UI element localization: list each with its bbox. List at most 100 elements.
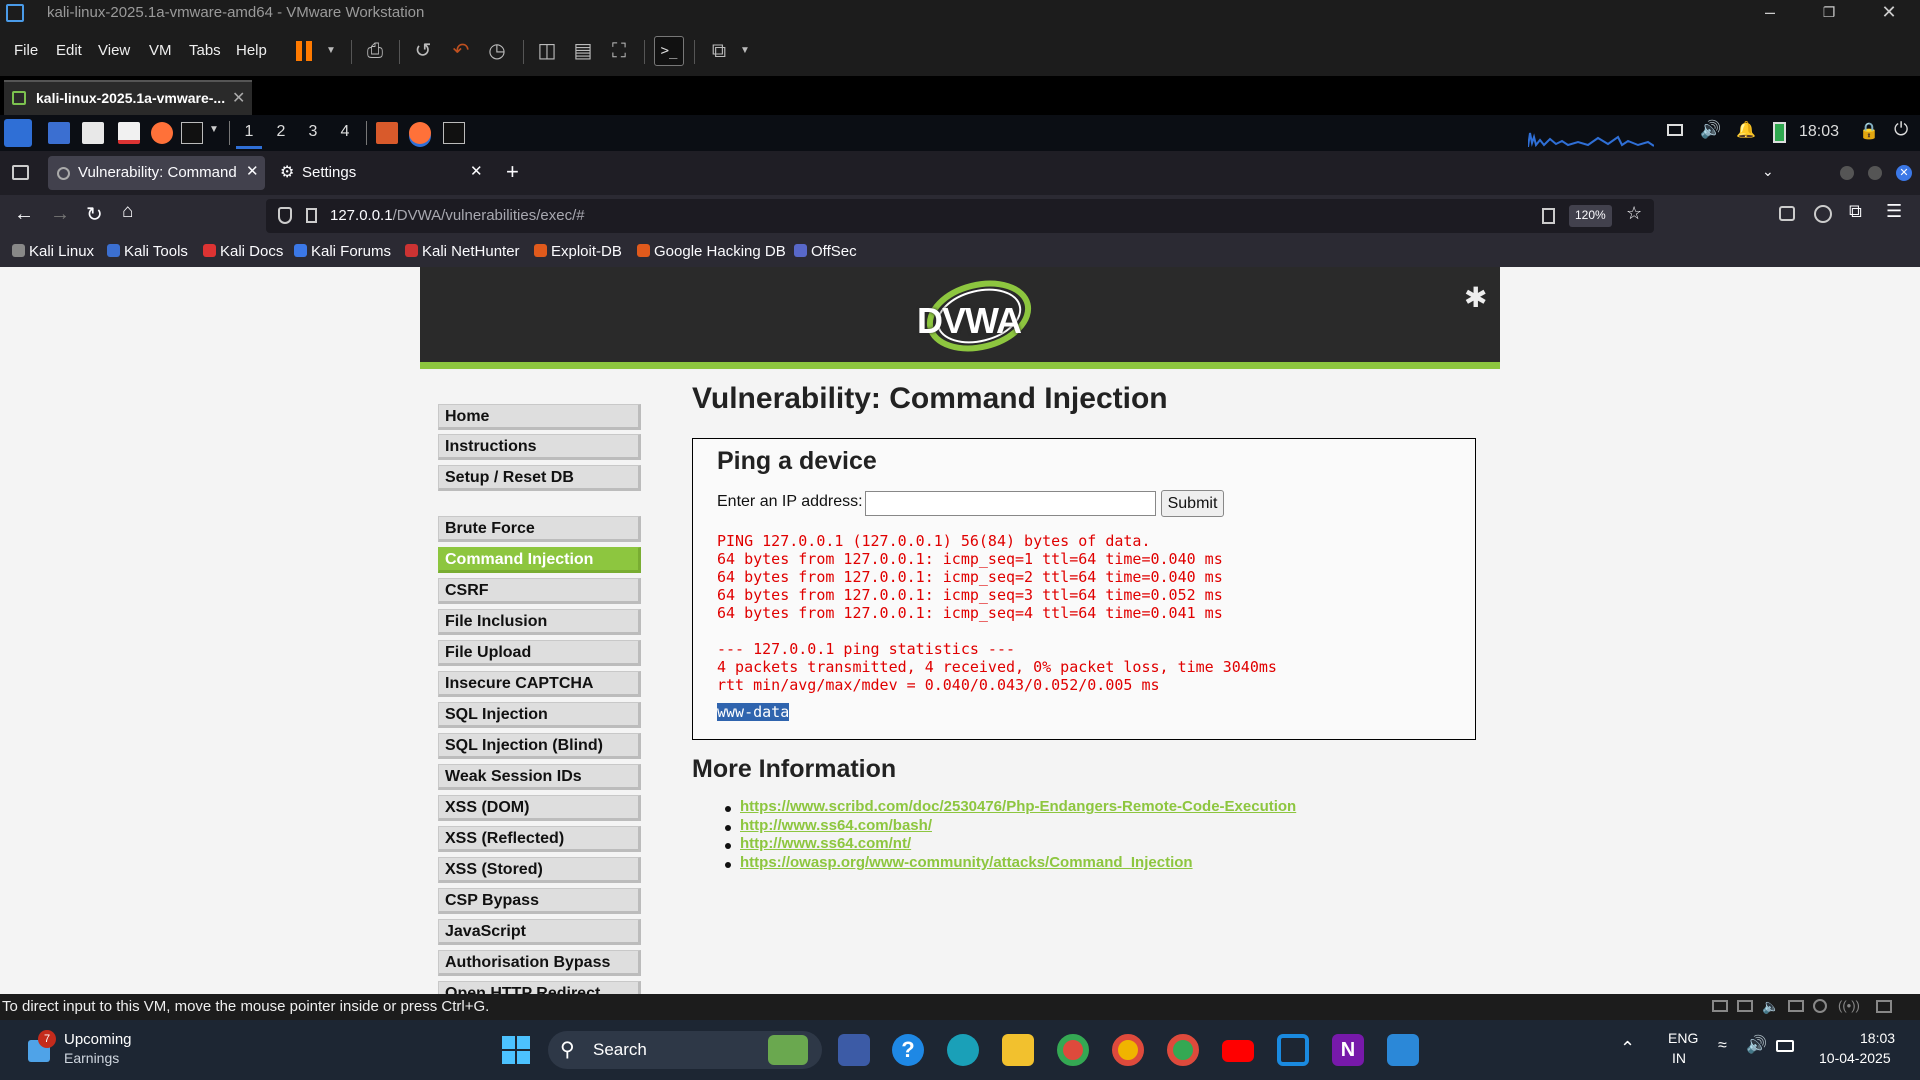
hdd-icon[interactable]: [1712, 1000, 1728, 1012]
menu-file-upload[interactable]: File Upload: [438, 640, 641, 666]
reload-icon[interactable]: ↻: [86, 202, 103, 227]
message-log-icon[interactable]: [1876, 1000, 1892, 1013]
panel-clock[interactable]: 18:03: [1799, 123, 1839, 141]
close-tab-icon[interactable]: ✕: [232, 88, 245, 108]
tab-settings[interactable]: ⚙ Settings ✕: [272, 156, 488, 190]
menu-brute-force[interactable]: Brute Force: [438, 516, 641, 542]
file-explorer-icon[interactable]: [1002, 1034, 1034, 1066]
menu-open-http-redirect[interactable]: Open HTTP Redirect: [438, 981, 641, 994]
onenote-icon[interactable]: N: [1332, 1034, 1364, 1066]
lock-icon[interactable]: 🔒: [1859, 121, 1879, 141]
menu-tabs[interactable]: Tabs: [189, 42, 221, 59]
chrome-profile-icon[interactable]: [1112, 1034, 1144, 1066]
file-manager-icon[interactable]: [82, 122, 104, 144]
hamburger-menu-icon[interactable]: ☰: [1886, 201, 1902, 222]
volume-icon[interactable]: 🔊: [1746, 1035, 1767, 1055]
search-box[interactable]: ⚲ Search: [548, 1031, 822, 1069]
firefox-task-icon[interactable]: [409, 122, 431, 144]
menu-setup-reset-db[interactable]: Setup / Reset DB: [438, 465, 641, 491]
revert-snapshot-icon[interactable]: ↶: [446, 36, 476, 66]
menu-instructions[interactable]: Instructions: [438, 434, 641, 460]
power-icon[interactable]: ⏻: [1894, 119, 1908, 140]
edge-icon[interactable]: [947, 1034, 979, 1066]
bookmark-kali-linux[interactable]: Kali Linux: [12, 243, 94, 260]
extensions-icon[interactable]: ⧉: [1849, 201, 1862, 222]
volume-icon[interactable]: 🔊: [1700, 120, 1721, 140]
url-text[interactable]: 127.0.0.1/DVWA/vulnerabilities/exec/#: [330, 207, 585, 224]
menu-csp-bypass[interactable]: CSP Bypass: [438, 888, 641, 914]
chevron-down-icon[interactable]: ▼: [730, 36, 760, 66]
windows-start-icon[interactable]: [502, 1036, 530, 1064]
close-tab-icon[interactable]: ✕: [246, 162, 259, 180]
menu-authorisation-bypass[interactable]: Authorisation Bypass: [438, 950, 641, 976]
chevron-up-icon[interactable]: ⌃: [1620, 1038, 1635, 1059]
bookmark-kali-docs[interactable]: Kali Docs: [203, 243, 283, 260]
tab-vulnerability[interactable]: Vulnerability: Command Inj ✕: [48, 156, 265, 190]
maximize-icon[interactable]: [1868, 166, 1882, 180]
fullscreen-icon[interactable]: ⛶: [604, 36, 634, 66]
chevron-down-icon[interactable]: ⌄: [1762, 163, 1774, 180]
menu-home[interactable]: Home: [438, 404, 641, 430]
home-icon[interactable]: ⌂: [122, 201, 133, 223]
pause-icon[interactable]: [296, 41, 302, 61]
vm-tab[interactable]: kali-linux-2025.1a-vmware-... ✕: [4, 80, 252, 115]
new-tab-icon[interactable]: +: [506, 159, 519, 185]
tab-list-icon[interactable]: [12, 165, 29, 180]
ip-input[interactable]: [865, 491, 1156, 516]
youtube-icon[interactable]: [1222, 1040, 1254, 1062]
bookmark-kali-nethunter[interactable]: Kali NetHunter: [405, 243, 520, 260]
firefox-icon[interactable]: [151, 122, 173, 144]
workspace-2[interactable]: 2: [270, 123, 292, 141]
thumbnail-bar-icon[interactable]: ▤: [568, 36, 598, 66]
taskbar-date[interactable]: 10-04-2025: [1819, 1050, 1891, 1066]
bookmark-google-hacking-db[interactable]: Google Hacking DB: [637, 243, 786, 260]
usb-icon[interactable]: [1788, 1000, 1804, 1012]
menu-javascript[interactable]: JavaScript: [438, 919, 641, 945]
network-adapter-icon[interactable]: [1737, 1000, 1753, 1012]
pocket-icon[interactable]: [1779, 206, 1795, 221]
send-ctrl-alt-del-icon[interactable]: ⎙: [360, 36, 390, 66]
menu-view[interactable]: View: [98, 42, 130, 59]
menu-sql-injection-blind[interactable]: SQL Injection (Blind): [438, 733, 641, 759]
menu-weak-session-ids[interactable]: Weak Session IDs: [438, 764, 641, 790]
back-icon[interactable]: ←: [14, 203, 34, 226]
theme-toggle-icon[interactable]: ✱: [1464, 281, 1487, 314]
page-icon[interactable]: [306, 208, 317, 223]
reader-view-icon[interactable]: [1542, 208, 1555, 224]
zoom-level[interactable]: 120%: [1569, 205, 1612, 227]
radio-icon[interactable]: ((•)): [1838, 998, 1860, 1013]
notepad-icon[interactable]: [1387, 1034, 1419, 1066]
bookmark-star-icon[interactable]: ☆: [1626, 203, 1642, 224]
chrome-icon[interactable]: [1057, 1034, 1089, 1066]
close-tab-icon[interactable]: ✕: [470, 162, 483, 180]
bookmark-offsec[interactable]: OffSec: [794, 243, 857, 260]
desktop-icon[interactable]: [48, 122, 70, 144]
workspace-3[interactable]: 3: [302, 123, 324, 141]
notification-bell-icon[interactable]: 🔔: [1736, 120, 1756, 140]
menu-help[interactable]: Help: [236, 42, 267, 59]
menu-insecure-captcha[interactable]: Insecure CAPTCHA: [438, 671, 641, 697]
menu-xss-reflected[interactable]: XSS (Reflected): [438, 826, 641, 852]
wifi-icon[interactable]: ≈: [1718, 1037, 1727, 1055]
kali-menu-icon[interactable]: [4, 119, 32, 147]
link-scribd[interactable]: https://www.scribd.com/doc/2530476/Php-E…: [740, 798, 1296, 815]
menu-file-inclusion[interactable]: File Inclusion: [438, 609, 641, 635]
close-icon[interactable]: ✕: [1860, 0, 1918, 26]
submit-button[interactable]: Submit: [1161, 490, 1224, 517]
terminal-task-icon[interactable]: [443, 122, 465, 144]
menu-vm[interactable]: VM: [149, 42, 172, 59]
text-editor-icon[interactable]: [118, 122, 140, 144]
snapshot-icon[interactable]: ↺: [408, 36, 438, 66]
close-window-icon[interactable]: ✕: [1896, 165, 1912, 181]
menu-csrf[interactable]: CSRF: [438, 578, 641, 604]
console-view-icon[interactable]: >_: [654, 36, 684, 66]
taskbar-time[interactable]: 18:03: [1860, 1030, 1895, 1046]
chevron-down-icon[interactable]: ▼: [316, 36, 346, 66]
link-owasp[interactable]: https://owasp.org/www-community/attacks/…: [740, 854, 1193, 871]
language-top[interactable]: ENG: [1668, 1030, 1698, 1046]
minimize-icon[interactable]: –: [1741, 0, 1799, 26]
restore-icon[interactable]: ❐: [1800, 0, 1858, 26]
snapshot-manager-icon[interactable]: ◷: [482, 36, 512, 66]
bookmark-kali-tools[interactable]: Kali Tools: [107, 243, 188, 260]
help-icon[interactable]: ?: [892, 1034, 924, 1066]
